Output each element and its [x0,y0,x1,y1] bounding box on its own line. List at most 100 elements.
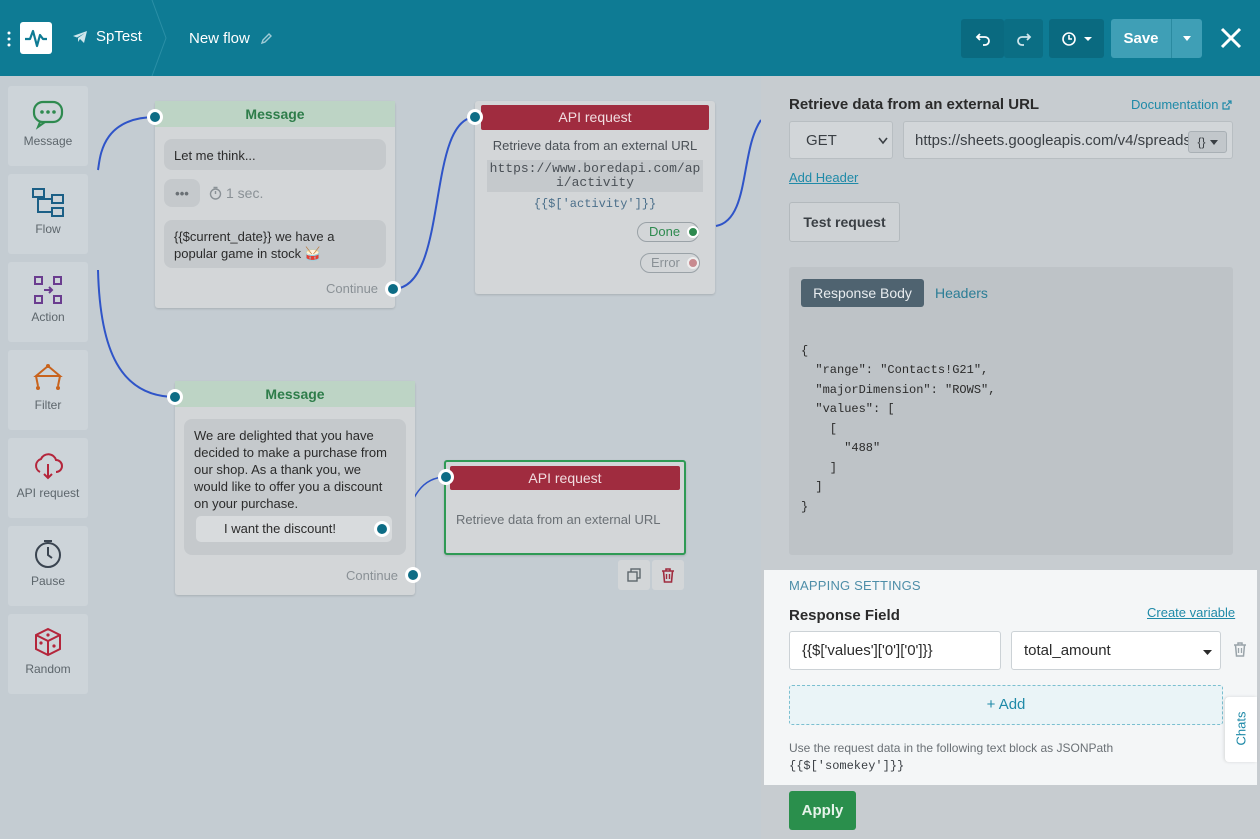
documentation-link[interactable]: Documentation [1131,97,1233,112]
external-link-icon [1222,99,1233,110]
caret-down-icon [1183,35,1191,41]
sidebar-item-label: Pause [30,574,66,588]
action-icon [34,276,62,304]
message-node[interactable]: Message We are delighted that you have d… [175,381,415,595]
node-subtitle: Retrieve data from an external URL [456,512,661,527]
save-button[interactable]: Save [1111,19,1171,58]
variable-picker-label: {} [1197,135,1206,149]
sidebar-item-label: Filter [34,398,62,412]
method-value: GET [806,132,837,149]
caret-down-icon [1209,139,1218,145]
close-icon[interactable] [1216,23,1246,53]
documentation-label: Documentation [1131,97,1219,112]
message-icon [32,100,64,130]
caret-down-icon [1203,650,1212,655]
url-value: https://sheets.googleapis.com/v4/spreads [915,132,1191,149]
sidebar-item-label: Random [25,662,71,676]
chats-tab[interactable]: Chats [1225,697,1257,762]
node-header: API request [450,466,680,490]
chevron-down-icon [878,137,888,145]
trash-icon[interactable] [1233,642,1247,657]
input-port[interactable] [438,469,454,485]
mapping-hint-code: {{$['somekey']}} [789,759,905,773]
history-button[interactable] [1049,19,1104,58]
button-port[interactable] [374,521,390,537]
response-field-label: Response Field [789,607,900,624]
undo-icon [975,32,990,46]
method-select[interactable]: GET [789,121,893,159]
chats-tab-label: Chats [1233,711,1249,746]
random-icon [35,627,61,657]
message-node[interactable]: Message Let me think... ••• 1 sec. {{$cu… [155,101,395,308]
flow-icon [32,188,64,217]
sidebar-item-api-request[interactable]: API request [8,438,88,518]
redo-button[interactable] [1004,19,1043,58]
delay-label: 1 sec. [226,185,264,201]
response-field-value: {{$['values']['0']['0']}} [802,642,933,659]
mapping-title: MAPPING SETTINGS [789,578,921,593]
sidebar-item-label: API request [16,486,80,500]
history-icon [1061,31,1076,46]
node-subtitle: Retrieve data from an external URL [492,138,698,153]
create-variable-link[interactable]: Create variable [1147,605,1235,620]
api-request-icon [35,453,63,480]
error-port[interactable] [687,257,699,269]
node-title: API request [528,470,602,486]
response-field-input[interactable]: {{$['values']['0']['0']}} [789,631,1001,670]
continue-label: Continue [346,568,399,583]
node-title: Message [155,101,395,127]
response-path: {{$['activity']}} [533,197,657,211]
api-request-node[interactable]: API request Retrieve data from an extern… [475,101,715,294]
api-request-node-selected[interactable]: API request Retrieve data from an extern… [444,460,686,555]
timer-icon [209,186,222,200]
done-port[interactable] [687,226,699,238]
continue-port[interactable] [385,281,401,297]
mapping-hint: Use the request data in the following te… [789,741,1114,755]
add-mapping-button[interactable]: + Add [789,685,1223,725]
input-port[interactable] [467,109,483,125]
node-title: Message [175,381,415,407]
filter-icon [33,364,63,390]
sidebar-item-label: Action [31,310,65,324]
test-request-button[interactable]: Test request [789,202,900,242]
trash-icon [662,567,674,583]
panel-section-title: Retrieve data from an external URL [789,96,1040,113]
sidebar-item-filter[interactable]: Filter [8,350,88,430]
tab-response-body[interactable]: Response Body [801,279,924,307]
sidebar-item-flow[interactable]: Flow [8,174,88,254]
tab-headers[interactable]: Headers [935,285,988,301]
typing-indicator: ••• [164,179,200,207]
chevron-down-icon [1083,36,1092,41]
variable-select[interactable]: total_amount [1011,631,1221,670]
copy-node-button[interactable] [618,560,650,590]
sidebar-item-action[interactable]: Action [8,262,88,342]
add-header-link[interactable]: Add Header [789,170,858,185]
node-header: API request [481,105,709,130]
input-port[interactable] [167,389,183,405]
copy-icon [627,568,641,582]
variable-picker-button[interactable]: {} [1188,131,1227,153]
save-options-button[interactable] [1171,19,1202,58]
sidebar-item-label: Flow [35,222,61,236]
continue-port[interactable] [405,567,421,583]
delete-node-button[interactable] [652,560,684,590]
sidebar-item-pause[interactable]: Pause [8,526,88,606]
redo-icon [1016,32,1031,46]
message-text: Let me think... [164,139,386,170]
sidebar-item-random[interactable]: Random [8,614,88,694]
sidebar-item-label: Message [23,134,73,148]
delay-indicator: 1 sec. [209,185,263,201]
request-url: https://www.boredapi.com/ap i/activity [487,160,703,192]
input-port[interactable] [147,109,163,125]
pause-icon [35,540,61,568]
continue-label: Continue [326,281,379,296]
message-text: {{$current_date}} we have a popular game… [164,220,386,268]
undo-button[interactable] [961,19,1004,58]
response-body: { "range": "Contacts!G21", "majorDimensi… [801,343,996,514]
url-input[interactable]: https://sheets.googleapis.com/v4/spreads… [903,121,1233,159]
apply-button[interactable]: Apply [789,791,856,830]
message-button[interactable]: I want the discount! [196,516,392,542]
sidebar-item-message[interactable]: Message [8,86,88,166]
variable-value: total_amount [1024,642,1111,659]
node-title: API request [558,109,632,125]
